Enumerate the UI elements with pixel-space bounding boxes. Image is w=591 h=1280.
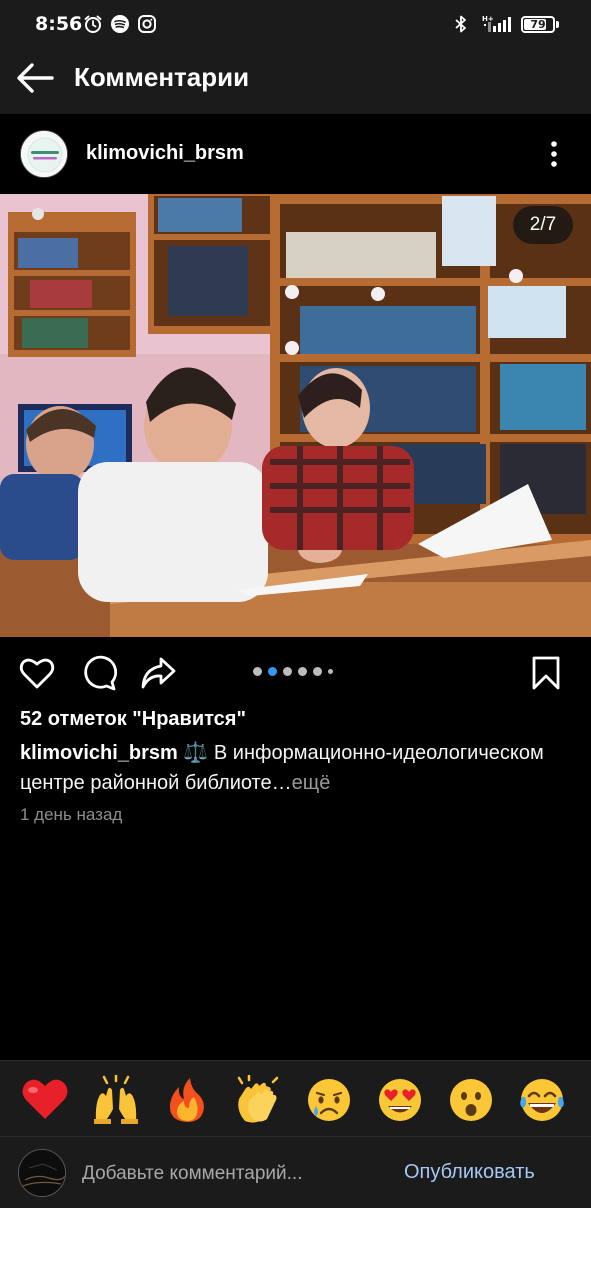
carousel-counter: 2/7: [513, 206, 573, 244]
post-caption: klimovichi_brsm ⚖️ В информационно-идеол…: [20, 738, 576, 798]
caption-more-link[interactable]: ещё: [292, 772, 331, 794]
page-title: Комментарии: [74, 62, 250, 92]
user-avatar[interactable]: [18, 1149, 66, 1197]
carousel-dot: [253, 667, 262, 676]
post-timestamp: 1 день назад: [20, 805, 123, 824]
carousel-dot: [283, 667, 292, 676]
author-name[interactable]: klimovichi_brsm: [86, 142, 244, 165]
caption-author[interactable]: klimovichi_brsm: [20, 742, 178, 764]
reaction-bar: [0, 1060, 591, 1136]
heart-eyes-icon[interactable]: [375, 1075, 425, 1125]
arrow-left-icon: [17, 63, 54, 93]
comment-bar: Опубликовать: [0, 1136, 591, 1208]
battery-tip: [556, 21, 559, 28]
surprised-face-icon[interactable]: [446, 1075, 496, 1125]
comment-input[interactable]: [82, 1161, 382, 1187]
status-time: 8:56: [35, 13, 83, 35]
carousel-dot-active: [268, 667, 277, 676]
signal-icon: H+: [482, 15, 511, 32]
red-heart-icon[interactable]: [20, 1075, 70, 1125]
heart-icon[interactable]: [18, 654, 56, 692]
post-photo[interactable]: 2/7: [0, 194, 591, 637]
svg-text:H+: H+: [482, 15, 494, 23]
battery-icon: 79: [521, 16, 555, 33]
likes-count[interactable]: 52 отметок "Нравится": [20, 708, 246, 731]
back-button[interactable]: [14, 58, 58, 98]
avatar-image: [21, 131, 67, 177]
post-image: [0, 194, 591, 637]
caption-emoji: ⚖️: [183, 742, 209, 764]
carousel-dot: [298, 667, 307, 676]
bookmark-icon[interactable]: [527, 654, 565, 692]
post-header: klimovichi_brsm: [0, 114, 591, 194]
user-avatar-image: [19, 1150, 65, 1196]
more-vertical-icon: [551, 141, 557, 167]
author-avatar[interactable]: [20, 130, 68, 178]
instagram-icon: [138, 15, 156, 33]
caption-ellipsis: …: [271, 772, 292, 794]
post-actions: [0, 637, 591, 707]
app-header: Комментарии: [0, 44, 591, 114]
tears-of-joy-icon[interactable]: [517, 1075, 567, 1125]
more-button[interactable]: [540, 136, 568, 172]
spotify-icon: [111, 15, 129, 33]
publish-button[interactable]: Опубликовать: [404, 1161, 535, 1184]
comment-icon[interactable]: [79, 654, 117, 692]
clapping-hands-icon[interactable]: [233, 1075, 283, 1125]
carousel-dot: [313, 667, 322, 676]
raising-hands-icon[interactable]: [91, 1075, 141, 1125]
battery-text: 79: [530, 18, 546, 31]
crying-face-icon[interactable]: [304, 1075, 354, 1125]
status-bar: 8:56 H+ 79: [0, 0, 591, 44]
fire-icon[interactable]: [162, 1075, 212, 1125]
alarm-icon: [84, 15, 102, 33]
bluetooth-icon: [455, 15, 466, 33]
share-icon[interactable]: [139, 654, 177, 692]
carousel-dot: [328, 669, 333, 674]
screen: 8:56 H+ 79 Комментарии klimovichi_brsm 2…: [0, 0, 591, 1208]
